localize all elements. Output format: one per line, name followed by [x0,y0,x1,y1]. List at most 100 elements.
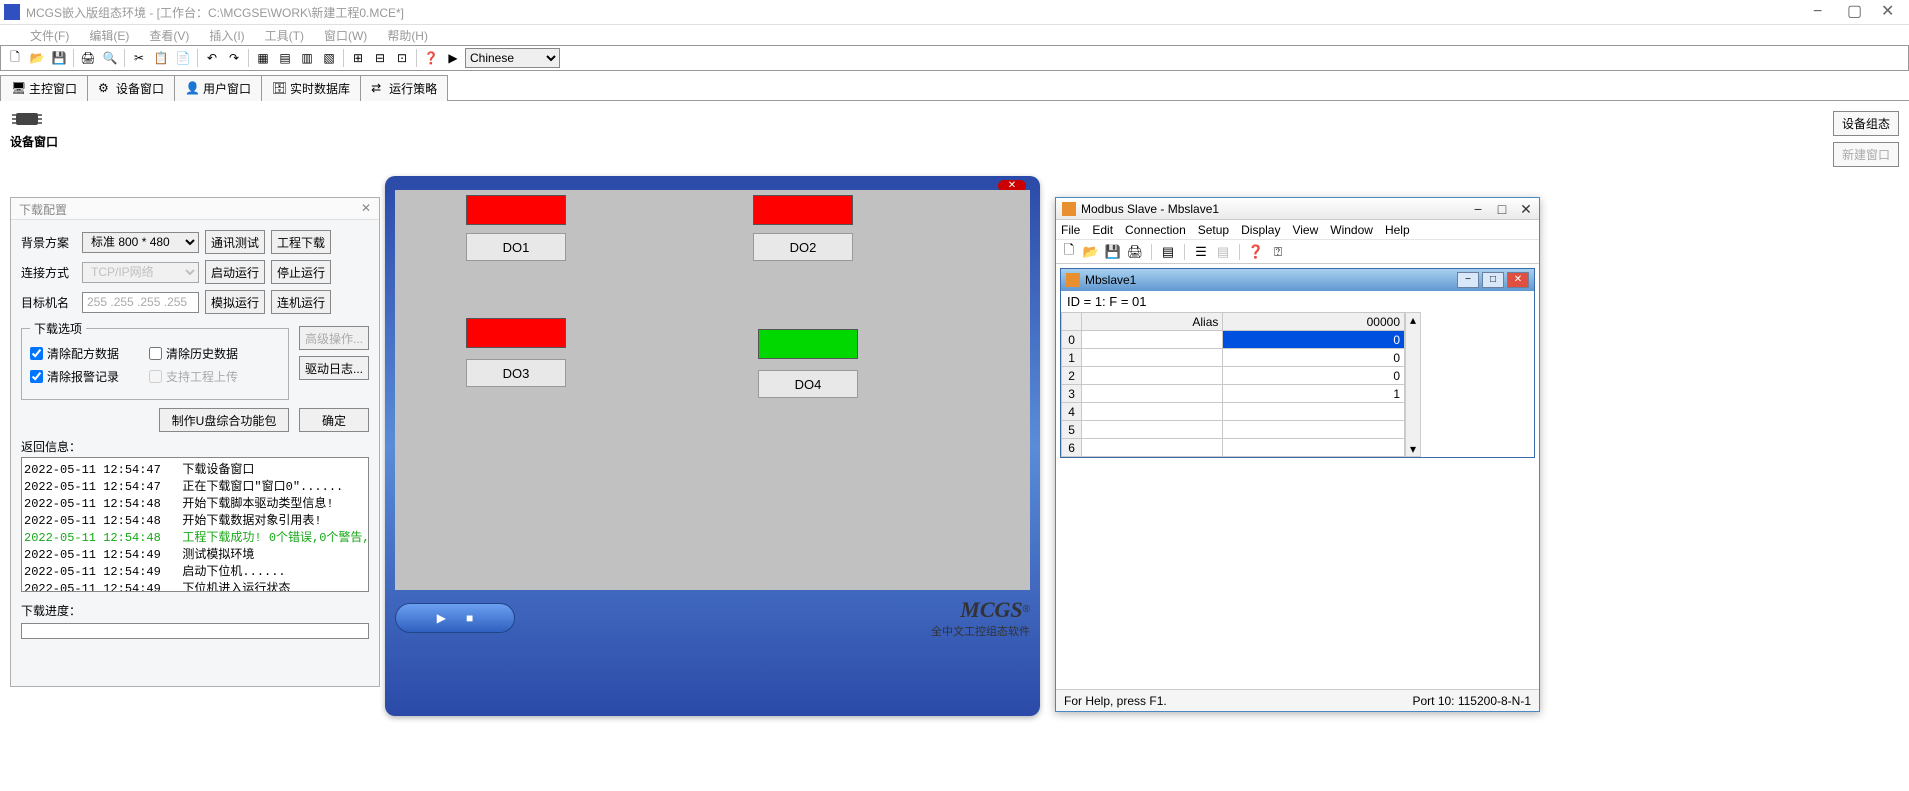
menu-view[interactable]: 查看(V) [139,25,199,46]
mb-inner-minimize-icon[interactable]: − [1457,272,1479,288]
mb-col-header[interactable]: 00000 [1223,313,1405,331]
menu-edit[interactable]: 编辑(E) [79,25,139,46]
grid1-icon[interactable]: ▦ [253,48,273,68]
open-icon[interactable]: 📂 [27,48,47,68]
driver-log-button[interactable]: 驱动日志... [299,356,369,380]
cut-icon[interactable]: ✂ [129,48,149,68]
table-row[interactable]: 6 [1062,439,1405,457]
mb-inner-maximize-icon[interactable]: □ [1482,272,1504,288]
mb-menu-help[interactable]: Help [1385,223,1410,237]
mb-menu-view[interactable]: View [1292,223,1318,237]
ok-button[interactable]: 确定 [299,408,369,432]
do-button-1[interactable]: DO1 [466,233,566,261]
table-row[interactable]: 20 [1062,367,1405,385]
mb-new-icon[interactable]: 🗋 [1060,243,1078,261]
mb-stop-icon[interactable]: ▤ [1214,243,1232,261]
window3-icon[interactable]: ⊡ [392,48,412,68]
device-config-button[interactable]: 设备组态 [1833,111,1899,136]
mb-col-header[interactable]: Alias [1082,313,1223,331]
clear-history-checkbox[interactable]: 清除历史数据 [149,345,238,362]
help-icon[interactable]: ❓ [421,48,441,68]
table-row[interactable]: 00 [1062,331,1405,349]
close-icon[interactable]: ✕ [1881,5,1895,19]
grid4-icon[interactable]: ▧ [319,48,339,68]
table-row[interactable]: 31 [1062,385,1405,403]
tab-device[interactable]: ⚙设备窗口 [87,75,175,101]
mb-menu-setup[interactable]: Setup [1198,223,1229,237]
mb-menu-file[interactable]: File [1061,223,1080,237]
mb-menu-window[interactable]: Window [1330,223,1373,237]
play-icon[interactable]: ▶ [437,611,446,625]
tab-main[interactable]: 🖥主控窗口 [0,75,88,101]
clear-alarm-checkbox[interactable]: 清除报警记录 [30,368,119,385]
new-icon[interactable]: 🗋 [5,48,25,68]
table-row[interactable]: 4 [1062,403,1405,421]
project-download-button[interactable]: 工程下载 [271,230,331,254]
minimize-icon[interactable]: − [1813,5,1827,19]
mb-about-icon[interactable]: ❓ [1247,243,1265,261]
mb-save-icon[interactable]: 💾 [1104,243,1122,261]
mb-connect-icon[interactable]: ▤ [1159,243,1177,261]
flow-icon: ⇄ [371,81,385,95]
preview-icon[interactable]: 🔍 [100,48,120,68]
mb-settings-icon[interactable]: ☰ [1192,243,1210,261]
run-icon[interactable]: ▶ [443,48,463,68]
paste-icon[interactable]: 📄 [173,48,193,68]
menu-file[interactable]: 文件(F) [20,25,79,46]
tab-db[interactable]: 🗄实时数据库 [261,75,361,101]
table-row[interactable]: 5 [1062,421,1405,439]
mb-col-header[interactable] [1062,313,1082,331]
window1-icon[interactable]: ⊞ [348,48,368,68]
grid2-icon[interactable]: ▤ [275,48,295,68]
tab-strategy[interactable]: ⇄运行策略 [360,75,448,101]
mb-menu-display[interactable]: Display [1241,223,1280,237]
redo-icon[interactable]: ↷ [224,48,244,68]
do-lamp-4 [758,329,858,359]
log-textarea[interactable]: 2022-05-11 12:54:47 下载设备窗口2022-05-11 12:… [21,457,369,592]
mb-whatsthis-icon[interactable]: ⍰ [1269,243,1287,261]
menu-help[interactable]: 帮助(H) [377,25,438,46]
tab-user[interactable]: 👤用户窗口 [174,75,262,101]
target-ip-input[interactable] [82,292,199,313]
do-button-4[interactable]: DO4 [758,370,858,398]
clear-recipe-checkbox[interactable]: 清除配方数据 [30,345,119,362]
menu-tools[interactable]: 工具(T) [255,25,314,46]
table-row[interactable]: 10 [1062,349,1405,367]
link-run-button[interactable]: 连机运行 [271,290,331,314]
maximize-icon[interactable]: ▢ [1847,5,1861,19]
stop-run-button[interactable]: 停止运行 [271,260,331,284]
undo-icon[interactable]: ↶ [202,48,222,68]
conn-type-select: TCP/IP网络 [82,262,199,283]
mb-open-icon[interactable]: 📂 [1082,243,1100,261]
menu-window[interactable]: 窗口(W) [314,25,377,46]
modbus-close-icon[interactable]: ✕ [1519,202,1533,216]
start-run-button[interactable]: 启动运行 [205,260,265,284]
language-select[interactable]: Chinese [465,48,560,68]
dialog-close-icon[interactable]: ✕ [361,201,371,216]
make-usb-button[interactable]: 制作U盘综合功能包 [159,408,289,432]
sim-run-button[interactable]: 模拟运行 [205,290,265,314]
save-icon[interactable]: 💾 [49,48,69,68]
stop-icon[interactable]: ■ [466,611,473,625]
bg-scheme-select[interactable]: 标准 800 * 480 [82,232,199,253]
modbus-maximize-icon[interactable]: □ [1495,202,1509,216]
mb-menu-connection[interactable]: Connection [1125,223,1186,237]
modbus-app-icon [1062,202,1076,216]
mb-scrollbar[interactable]: ▴▾ [1405,312,1421,457]
grid3-icon[interactable]: ▥ [297,48,317,68]
modbus-minimize-icon[interactable]: − [1471,202,1485,216]
do-button-3[interactable]: DO3 [466,359,566,387]
mb-status-right: Port 10: 115200-8-N-1 [1412,694,1531,708]
do-button-2[interactable]: DO2 [753,233,853,261]
modbus-table[interactable]: Alias0000000102031456 [1061,312,1405,457]
comm-test-button[interactable]: 通讯测试 [205,230,265,254]
download-config-dialog: 下载配置 ✕ 背景方案 标准 800 * 480 通讯测试 工程下载 连接方式 … [10,197,380,687]
mb-menu-edit[interactable]: Edit [1092,223,1113,237]
mb-inner-close-icon[interactable]: ✕ [1507,272,1529,288]
copy-icon[interactable]: 📋 [151,48,171,68]
device-panel[interactable]: 设备窗口 [10,107,70,150]
mb-print-icon[interactable]: 🖨 [1126,243,1144,261]
window2-icon[interactable]: ⊟ [370,48,390,68]
print-icon[interactable]: 🖨 [78,48,98,68]
menu-insert[interactable]: 插入(I) [199,25,254,46]
